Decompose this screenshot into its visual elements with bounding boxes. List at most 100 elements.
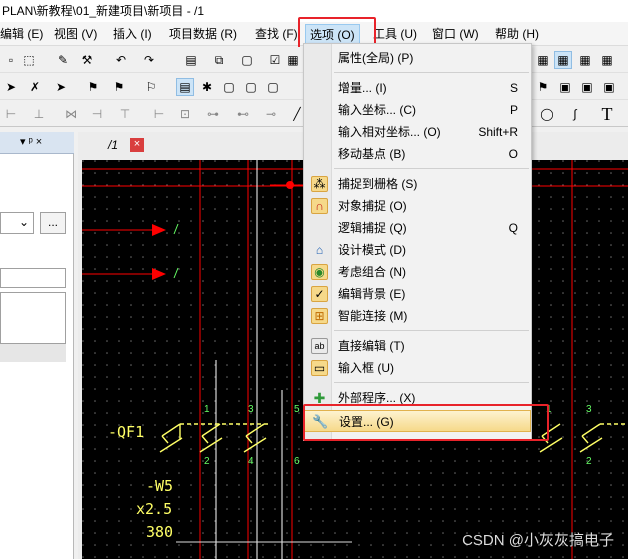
- panel-browse-button[interactable]: ...: [40, 212, 66, 234]
- doc-icon-4[interactable]: ▢: [264, 78, 282, 96]
- menu-item-move-base-point[interactable]: 移动基点 (B) O: [304, 143, 531, 165]
- panel-list-selected[interactable]: [0, 344, 66, 362]
- menu-item-label: 智能连接 (M): [338, 309, 408, 323]
- menu-separator: [334, 330, 529, 331]
- check-doc-icon[interactable]: ☑: [266, 51, 284, 69]
- panel-list[interactable]: [0, 292, 66, 344]
- menu-item-increment[interactable]: 增量... (I) S: [304, 77, 531, 99]
- menu-item-label: 逻辑捕捉 (Q): [338, 221, 407, 235]
- menu-item-object-snap[interactable]: ∩ 对象捕捉 (O): [304, 195, 531, 217]
- label-length: 380: [146, 523, 174, 541]
- menu-view[interactable]: 视图 (V): [50, 24, 101, 44]
- menu-find[interactable]: 查找 (F): [251, 24, 302, 44]
- magnet-icon: ∩: [311, 198, 328, 214]
- left-panel: ▾ ᵖ × ⌄ ...: [0, 132, 74, 559]
- menu-item-label: 对象捕捉 (O): [338, 199, 407, 213]
- menu-settings-highlight: [303, 404, 549, 441]
- symbol-icon-2[interactable]: ⊥: [30, 105, 48, 123]
- grid-snap-icon[interactable]: ▦: [554, 51, 572, 69]
- tab-label: /1: [108, 138, 119, 152]
- menu-tools[interactable]: 工具 (U): [369, 24, 421, 44]
- menu-item-logic-snap[interactable]: 逻辑捕捉 (Q) Q: [304, 217, 531, 239]
- flag-icon[interactable]: ⚑: [84, 78, 102, 96]
- menu-separator: [334, 382, 529, 383]
- check-icon: ✓: [311, 286, 328, 302]
- menu-item-input-coordinates[interactable]: 输入坐标... (C) P: [304, 99, 531, 121]
- redo-icon[interactable]: ↷: [140, 51, 158, 69]
- options-menu: 属性(全局) (P) 增量... (I) S 输入坐标... (C) P 输入相…: [303, 43, 532, 441]
- pin-1: 1: [204, 404, 210, 415]
- page-icon[interactable]: ▤: [182, 51, 200, 69]
- red-flag-icon[interactable]: ⚑: [534, 78, 552, 96]
- menu-item-label: 属性(全局) (P): [338, 51, 414, 65]
- cube-icon-2[interactable]: ▣: [578, 78, 596, 96]
- pin-6: 6: [294, 456, 300, 467]
- tab-close-icon[interactable]: ×: [130, 138, 144, 152]
- menu-edit[interactable]: 编辑 (E): [0, 24, 47, 44]
- flag-x-icon[interactable]: ⚐: [142, 78, 160, 96]
- page-select-icon[interactable]: ▤: [176, 78, 194, 96]
- cube-icon[interactable]: ▣: [556, 78, 574, 96]
- cube-icon-3[interactable]: ▣: [600, 78, 618, 96]
- star-icon[interactable]: ✱: [198, 78, 216, 96]
- table-icon[interactable]: ▦: [284, 51, 302, 69]
- grid-icon-3[interactable]: ▦: [598, 51, 616, 69]
- menu-item-snap-to-grid[interactable]: ⁂ 捕捉到栅格 (S): [304, 173, 531, 195]
- pin-5: 5: [294, 404, 300, 415]
- arrow-x-icon[interactable]: ✗: [26, 78, 44, 96]
- symbol-icon-4[interactable]: ⊣: [88, 105, 106, 123]
- menu-item-label: 直接编辑 (T): [338, 339, 405, 353]
- menu-item-consider-groups[interactable]: ◉ 考虑组合 (N): [304, 261, 531, 283]
- circle-icon[interactable]: ◯: [538, 105, 556, 123]
- menu-help[interactable]: 帮助 (H): [491, 24, 543, 44]
- panel-pin-icon[interactable]: ▾ ᵖ ×: [20, 135, 42, 148]
- window-title: PLAN\新教程\01_新建项目\新项目 - /1: [2, 4, 205, 18]
- symbol-icon-5[interactable]: ⊤: [116, 105, 134, 123]
- panel-field[interactable]: [0, 268, 66, 288]
- symbol-icon-3[interactable]: ⋈: [62, 105, 80, 123]
- symbol-icon-6[interactable]: ⊢: [150, 105, 168, 123]
- undo-icon[interactable]: ↶: [112, 51, 130, 69]
- symbol-icon-8[interactable]: ⊶: [204, 105, 222, 123]
- menu-item-design-mode[interactable]: ⌂ 设计模式 (D): [304, 239, 531, 261]
- arrow-icon-2[interactable]: ➤: [52, 78, 70, 96]
- symbol-icon[interactable]: ⊢: [2, 105, 20, 123]
- panel-combo[interactable]: ⌄: [0, 212, 34, 234]
- copy-icon[interactable]: ⧉: [210, 51, 228, 69]
- curve-icon[interactable]: ∫: [566, 105, 584, 123]
- doc-icon[interactable]: ▢: [238, 51, 256, 69]
- left-panel-header: ▾ ᵖ ×: [0, 132, 74, 154]
- menu-item-input-relative-coordinates[interactable]: 输入相对坐标... (O) Shift+R: [304, 121, 531, 143]
- doc-icon-3[interactable]: ▢: [242, 78, 260, 96]
- symbol-icon-9[interactable]: ⊷: [234, 105, 252, 123]
- text-icon[interactable]: T: [598, 104, 616, 124]
- label-qf1: -QF1: [108, 423, 145, 441]
- menu-item-smart-connect[interactable]: ⊞ 智能连接 (M): [304, 305, 531, 327]
- symbol-icon-7[interactable]: ⊡: [176, 105, 194, 123]
- design-mode-icon: ⌂: [315, 243, 324, 257]
- doc-icon-2[interactable]: ▢: [220, 78, 238, 96]
- grid-icon-2[interactable]: ▦: [576, 51, 594, 69]
- menu-item-edit-background[interactable]: ✓ 编辑背景 (E): [304, 283, 531, 305]
- menu-item-label: 设计模式 (D): [338, 243, 406, 257]
- brush-icon[interactable]: ✎: [54, 51, 72, 69]
- menu-item-direct-edit[interactable]: ab 直接编辑 (T): [304, 335, 531, 357]
- menu-item-input-box[interactable]: ▭ 输入框 (U): [304, 357, 531, 379]
- edit-icon[interactable]: ▫: [2, 51, 20, 69]
- menu-project-data[interactable]: 项目数据 (R): [165, 24, 241, 44]
- menu-window[interactable]: 窗口 (W): [428, 24, 483, 44]
- menu-item-shortcut: O: [508, 147, 518, 161]
- grid-icon[interactable]: ▦: [534, 51, 552, 69]
- menu-item-label: 捕捉到栅格 (S): [338, 177, 418, 191]
- menu-item-properties-global[interactable]: 属性(全局) (P): [304, 47, 531, 69]
- symbol-icon-10[interactable]: ⊸: [262, 105, 280, 123]
- flag-icon-2[interactable]: ⚑: [110, 78, 128, 96]
- tool-icon[interactable]: ⚒: [78, 51, 96, 69]
- arrow-blue-icon[interactable]: ➤: [2, 78, 20, 96]
- select-icon[interactable]: ⬚: [20, 51, 38, 69]
- pin-2: 2: [204, 456, 210, 467]
- pin-3: 3: [248, 404, 254, 415]
- watermark: CSDN @小灰灰搞电子: [462, 532, 614, 549]
- menu-insert[interactable]: 插入 (I): [109, 24, 156, 44]
- tab-page[interactable]: /1 ×: [102, 134, 146, 156]
